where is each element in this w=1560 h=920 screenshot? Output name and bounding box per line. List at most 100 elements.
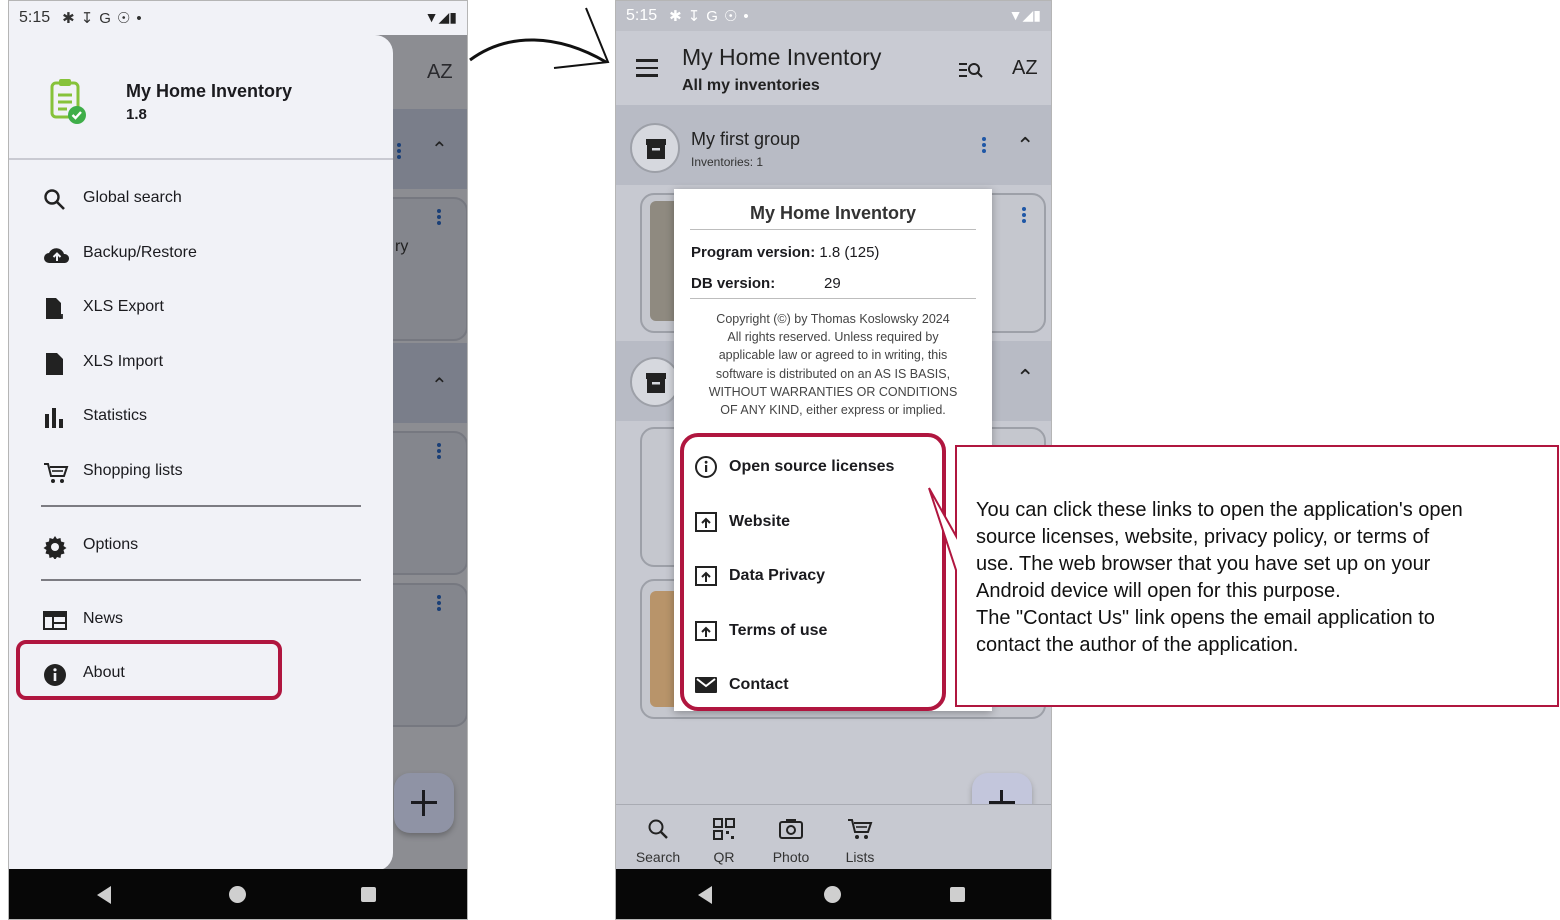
card-menu-icon [1022, 207, 1026, 225]
drawer-item-shopping-lists[interactable]: Shopping lists [9, 444, 393, 498]
callout-line: contact the author of the application. [976, 634, 1299, 656]
cart-icon [43, 461, 69, 485]
background-menu-icon [397, 143, 401, 161]
drawer-divider [41, 579, 361, 581]
filter-search-icon[interactable] [958, 59, 984, 86]
drawer-item-xls-import[interactable]: XLS Import [9, 335, 393, 389]
background-collapse-icon: ⌃ [431, 139, 448, 161]
drawer-item-backup-restore[interactable]: Backup/Restore [9, 226, 393, 280]
status-time: 5:15 [626, 7, 658, 24]
status-time: 5:15 [19, 9, 51, 26]
recents-icon[interactable] [361, 887, 376, 902]
status-system-icons: ▼◢▮ [1008, 7, 1041, 23]
group-header[interactable]: My first group Inventories: 1 ⌃ [616, 105, 1051, 185]
archive-icon [646, 373, 666, 393]
collapse-icon: ⌃ [1016, 365, 1035, 390]
home-icon[interactable] [824, 886, 841, 903]
dialog-title: My Home Inventory [749, 203, 917, 223]
bottom-navigation: Search QR Photo Lists [616, 804, 1051, 872]
drawer-item-statistics[interactable]: Statistics [9, 389, 393, 443]
news-icon [43, 609, 67, 633]
drawer-item-xls-export[interactable]: XLS Export [9, 280, 393, 334]
copyright-notice: Copyright (©) by Thomas Koslowsky 2024 A… [682, 310, 984, 419]
inventory-image [650, 201, 676, 321]
callout-line: The "Contact Us" link opens the email ap… [976, 607, 1435, 629]
nav-search[interactable]: Search [628, 817, 688, 867]
nav-photo[interactable]: Photo [766, 817, 816, 867]
status-notification-icons: ✱↧G☉• [62, 10, 148, 27]
copyright-line: applicable law or agreed to in writing, … [718, 348, 948, 363]
nav-lists[interactable]: Lists [838, 817, 882, 867]
program-version-label: Program version: [691, 244, 816, 261]
bar-chart-icon [43, 406, 67, 430]
program-version-row: Program version: 1.8 (125) [691, 244, 879, 261]
sort-az-button[interactable]: AZ [1012, 57, 1038, 80]
search-icon [43, 188, 67, 212]
drawer-item-options[interactable]: Options [9, 518, 393, 572]
background-partial-text: ry [395, 238, 409, 255]
system-navigation-bar [616, 869, 1051, 919]
copyright-line: WITHOUT WARRANTIES OR CONDITIONS [708, 384, 958, 399]
home-icon[interactable] [229, 886, 246, 903]
group-name: My first group [691, 129, 801, 149]
back-icon[interactable] [698, 886, 712, 904]
gear-icon [43, 535, 67, 560]
copyright-line: OF ANY KIND, either express or implied. [720, 403, 946, 418]
group-menu-icon[interactable] [982, 137, 986, 155]
back-icon[interactable] [97, 886, 111, 904]
background-menu-icon [437, 443, 441, 461]
drawer-app-name: My Home Inventory [126, 81, 293, 101]
drawer-item-news[interactable]: News [9, 592, 393, 646]
background-collapse-icon-2: ⌃ [431, 375, 448, 397]
collapse-icon[interactable]: ⌃ [1016, 133, 1034, 159]
dialog-divider [690, 229, 976, 230]
drawer-item-global-search[interactable]: Global search [9, 171, 393, 225]
file-export-icon [43, 297, 67, 321]
inventory-image [650, 591, 676, 707]
status-system-icons: ▼◢▮ [424, 9, 457, 25]
status-bar: 5:15 ✱↧G☉• ▼◢▮ [616, 1, 1051, 31]
background-menu-icon [437, 209, 441, 227]
background-add-fab [394, 773, 454, 833]
nav-label: Lists [845, 849, 875, 865]
group-inventory-count: Inventories: 1 [691, 155, 764, 169]
callout-text: You can click these links to open the ap… [976, 497, 1556, 659]
group-avatar-2 [630, 357, 680, 407]
copyright-line: software is distributed on an AS IS BASI… [715, 366, 951, 381]
hamburger-menu-icon[interactable] [636, 59, 658, 77]
cloud-upload-icon [43, 243, 70, 267]
dialog-divider [690, 298, 976, 299]
drawer-item-label: XLS Import [83, 353, 164, 370]
links-highlight-frame [680, 433, 946, 711]
transition-arrow [469, 7, 610, 69]
app-toolbar: My Home Inventory All my inventories AZ [616, 31, 1051, 105]
toolbar-title: My Home Inventory [682, 44, 882, 70]
status-notification-icons: ✱↧G☉• [669, 8, 755, 25]
callout-line: use. The web browser that you have set u… [976, 553, 1431, 575]
drawer-header-divider [9, 158, 393, 160]
nav-label: Photo [772, 849, 810, 865]
file-icon [43, 352, 67, 376]
left-phone-screen: AZ ⌃ ry ⌃ 5:15 ✱↧G☉• ▼◢▮ My Home Invento… [8, 0, 468, 920]
callout-line: source licenses, website, privacy policy… [976, 526, 1430, 548]
nav-label: Search [635, 849, 681, 865]
copyright-line: Copyright (©) by Thomas Koslowsky 2024 [716, 312, 950, 326]
status-bar: 5:15 ✱↧G☉• ▼◢▮ [9, 1, 467, 35]
callout-line: You can click these links to open the ap… [976, 499, 1463, 521]
group-avatar [630, 123, 680, 173]
drawer-item-label: News [83, 610, 124, 627]
camera-icon [779, 819, 803, 839]
nav-qr[interactable]: QR [704, 817, 744, 867]
toolbar-subtitle: All my inventories [682, 77, 820, 94]
background-sort-button: AZ [427, 61, 453, 83]
drawer-app-version: 1.8 [126, 106, 147, 123]
drawer-item-label: XLS Export [83, 298, 164, 315]
recents-icon[interactable] [950, 887, 965, 902]
search-icon [648, 819, 668, 839]
archive-icon [646, 139, 666, 159]
callout-line: Android device will open for this purpos… [976, 580, 1341, 602]
drawer-divider [41, 505, 361, 507]
program-version-value: 1.8 (125) [819, 244, 880, 261]
about-highlight-frame [16, 640, 282, 700]
drawer-item-label: Shopping lists [83, 462, 183, 479]
